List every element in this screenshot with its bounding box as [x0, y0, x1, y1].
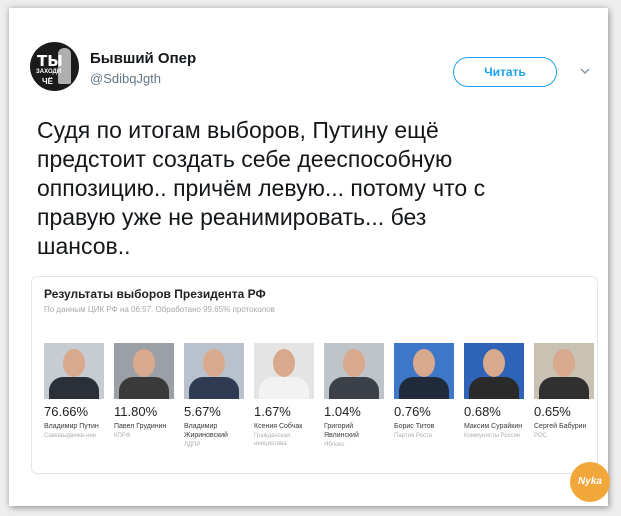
user-handle[interactable]: @SdibqJgth [90, 71, 161, 86]
embed-title: Результаты выборов Президента РФ [44, 287, 266, 301]
candidate-photo-head [343, 349, 365, 377]
candidate-percent: 11.80% [114, 404, 158, 419]
candidate-percent: 76.66% [44, 404, 89, 419]
tweet-line: шансов.. [37, 233, 131, 259]
user-display-name[interactable]: Бывший Опер [90, 50, 196, 67]
candidate-photo-head [63, 349, 85, 377]
candidate-photo [324, 343, 384, 399]
candidate-photo-body [469, 377, 519, 399]
tweet-card: ТЫ ЗАХОДИ ЧЁ Бывший Опер @SdibqJgth Чита… [9, 8, 610, 506]
candidate-name: Борис Титов [394, 423, 435, 430]
candidate-name: Владимир Жириновский [184, 423, 228, 439]
candidate-percent: 0.68% [464, 404, 501, 419]
candidate-card: 1.04% Григорий Явлинский Яблоко [324, 343, 388, 449]
avatar-text-3: ЧЁ [42, 77, 53, 86]
follow-button[interactable]: Читать [453, 57, 557, 87]
candidate-card: 11.80% Павел Грудинин КПРФ [114, 343, 178, 440]
candidate-photo [44, 343, 104, 399]
candidate-photo-body [539, 377, 589, 399]
candidate-party: Коммунисты России [464, 433, 521, 439]
candidate-photo-body [329, 377, 379, 399]
candidate-name: Григорий Явлинский [324, 423, 359, 439]
candidate-photo-body [399, 377, 449, 399]
avatar-text-2: ЗАХОДИ [36, 69, 62, 75]
candidate-photo [184, 343, 244, 399]
embed-subtitle: По данным ЦИК РФ на 06:57. Обработано 99… [44, 305, 275, 314]
candidate-photo-body [259, 377, 309, 399]
tweet-line: правую уже не реанимировать... без [37, 204, 427, 230]
candidate-card: 0.76% Борис Титов Партия Роста [394, 343, 458, 440]
candidate-photo [464, 343, 524, 399]
candidate-photo [534, 343, 594, 399]
candidate-photo-head [483, 349, 505, 377]
tweet-line: Судя по итогам выборов, Путину ещё [37, 117, 439, 143]
candidate-party: ЛДПР [184, 442, 201, 448]
candidate-party: Гражданская инициатива [254, 433, 291, 447]
watermark-logo: Nyka [570, 462, 610, 502]
tweet-line: предстоит создать себе дееспособную [37, 146, 453, 172]
candidate-name: Максим Сурайкин [464, 423, 523, 430]
avatar-text-1: ТЫ [37, 52, 63, 70]
candidate-card: 1.67% Ксения Собчак Гражданская инициатива [254, 343, 318, 448]
candidate-party: РОС [534, 433, 547, 439]
candidate-photo-body [49, 377, 99, 399]
candidate-photo-head [203, 349, 225, 377]
candidate-name: Ксения Собчак [254, 423, 303, 430]
candidate-photo-body [119, 377, 169, 399]
avatar[interactable]: ТЫ ЗАХОДИ ЧЁ [30, 42, 79, 91]
candidate-photo [254, 343, 314, 399]
candidate-photo [394, 343, 454, 399]
candidate-name: Павел Грудинин [114, 423, 167, 430]
candidate-photo-head [553, 349, 575, 377]
candidate-photo [114, 343, 174, 399]
candidate-percent: 0.65% [534, 404, 571, 419]
candidate-card: 76.66% Владимир Путин Самовыдвиже-ние [44, 343, 108, 440]
candidate-name: Владимир Путин [44, 423, 99, 430]
tweet-line: оппозицию.. причём левую... потому что с [37, 175, 486, 201]
election-results-image[interactable]: Результаты выборов Президента РФ По данн… [31, 276, 598, 474]
candidate-percent: 0.76% [394, 404, 431, 419]
candidate-party: КПРФ [114, 433, 131, 439]
candidate-percent: 1.67% [254, 404, 291, 419]
tweet-text: Судя по итогам выборов, Путину ещё предс… [37, 116, 567, 261]
candidate-party: Партия Роста [394, 433, 432, 439]
candidate-photo-head [413, 349, 435, 377]
candidate-percent: 5.67% [184, 404, 221, 419]
candidate-card: 0.65% Сергей Бабурин РОС [534, 343, 598, 440]
candidate-photo-head [273, 349, 295, 377]
candidate-percent: 1.04% [324, 404, 361, 419]
candidate-photo-head [133, 349, 155, 377]
candidate-photo-body [189, 377, 239, 399]
candidate-card: 5.67% Владимир Жириновский ЛДПР [184, 343, 248, 449]
candidate-card: 0.68% Максим Сурайкин Коммунисты России [464, 343, 528, 440]
candidate-party: Яблоко [324, 442, 345, 448]
candidate-name: Сергей Бабурин [534, 423, 587, 430]
candidate-party: Самовыдвиже-ние [44, 433, 97, 439]
chevron-down-icon[interactable] [579, 65, 591, 77]
